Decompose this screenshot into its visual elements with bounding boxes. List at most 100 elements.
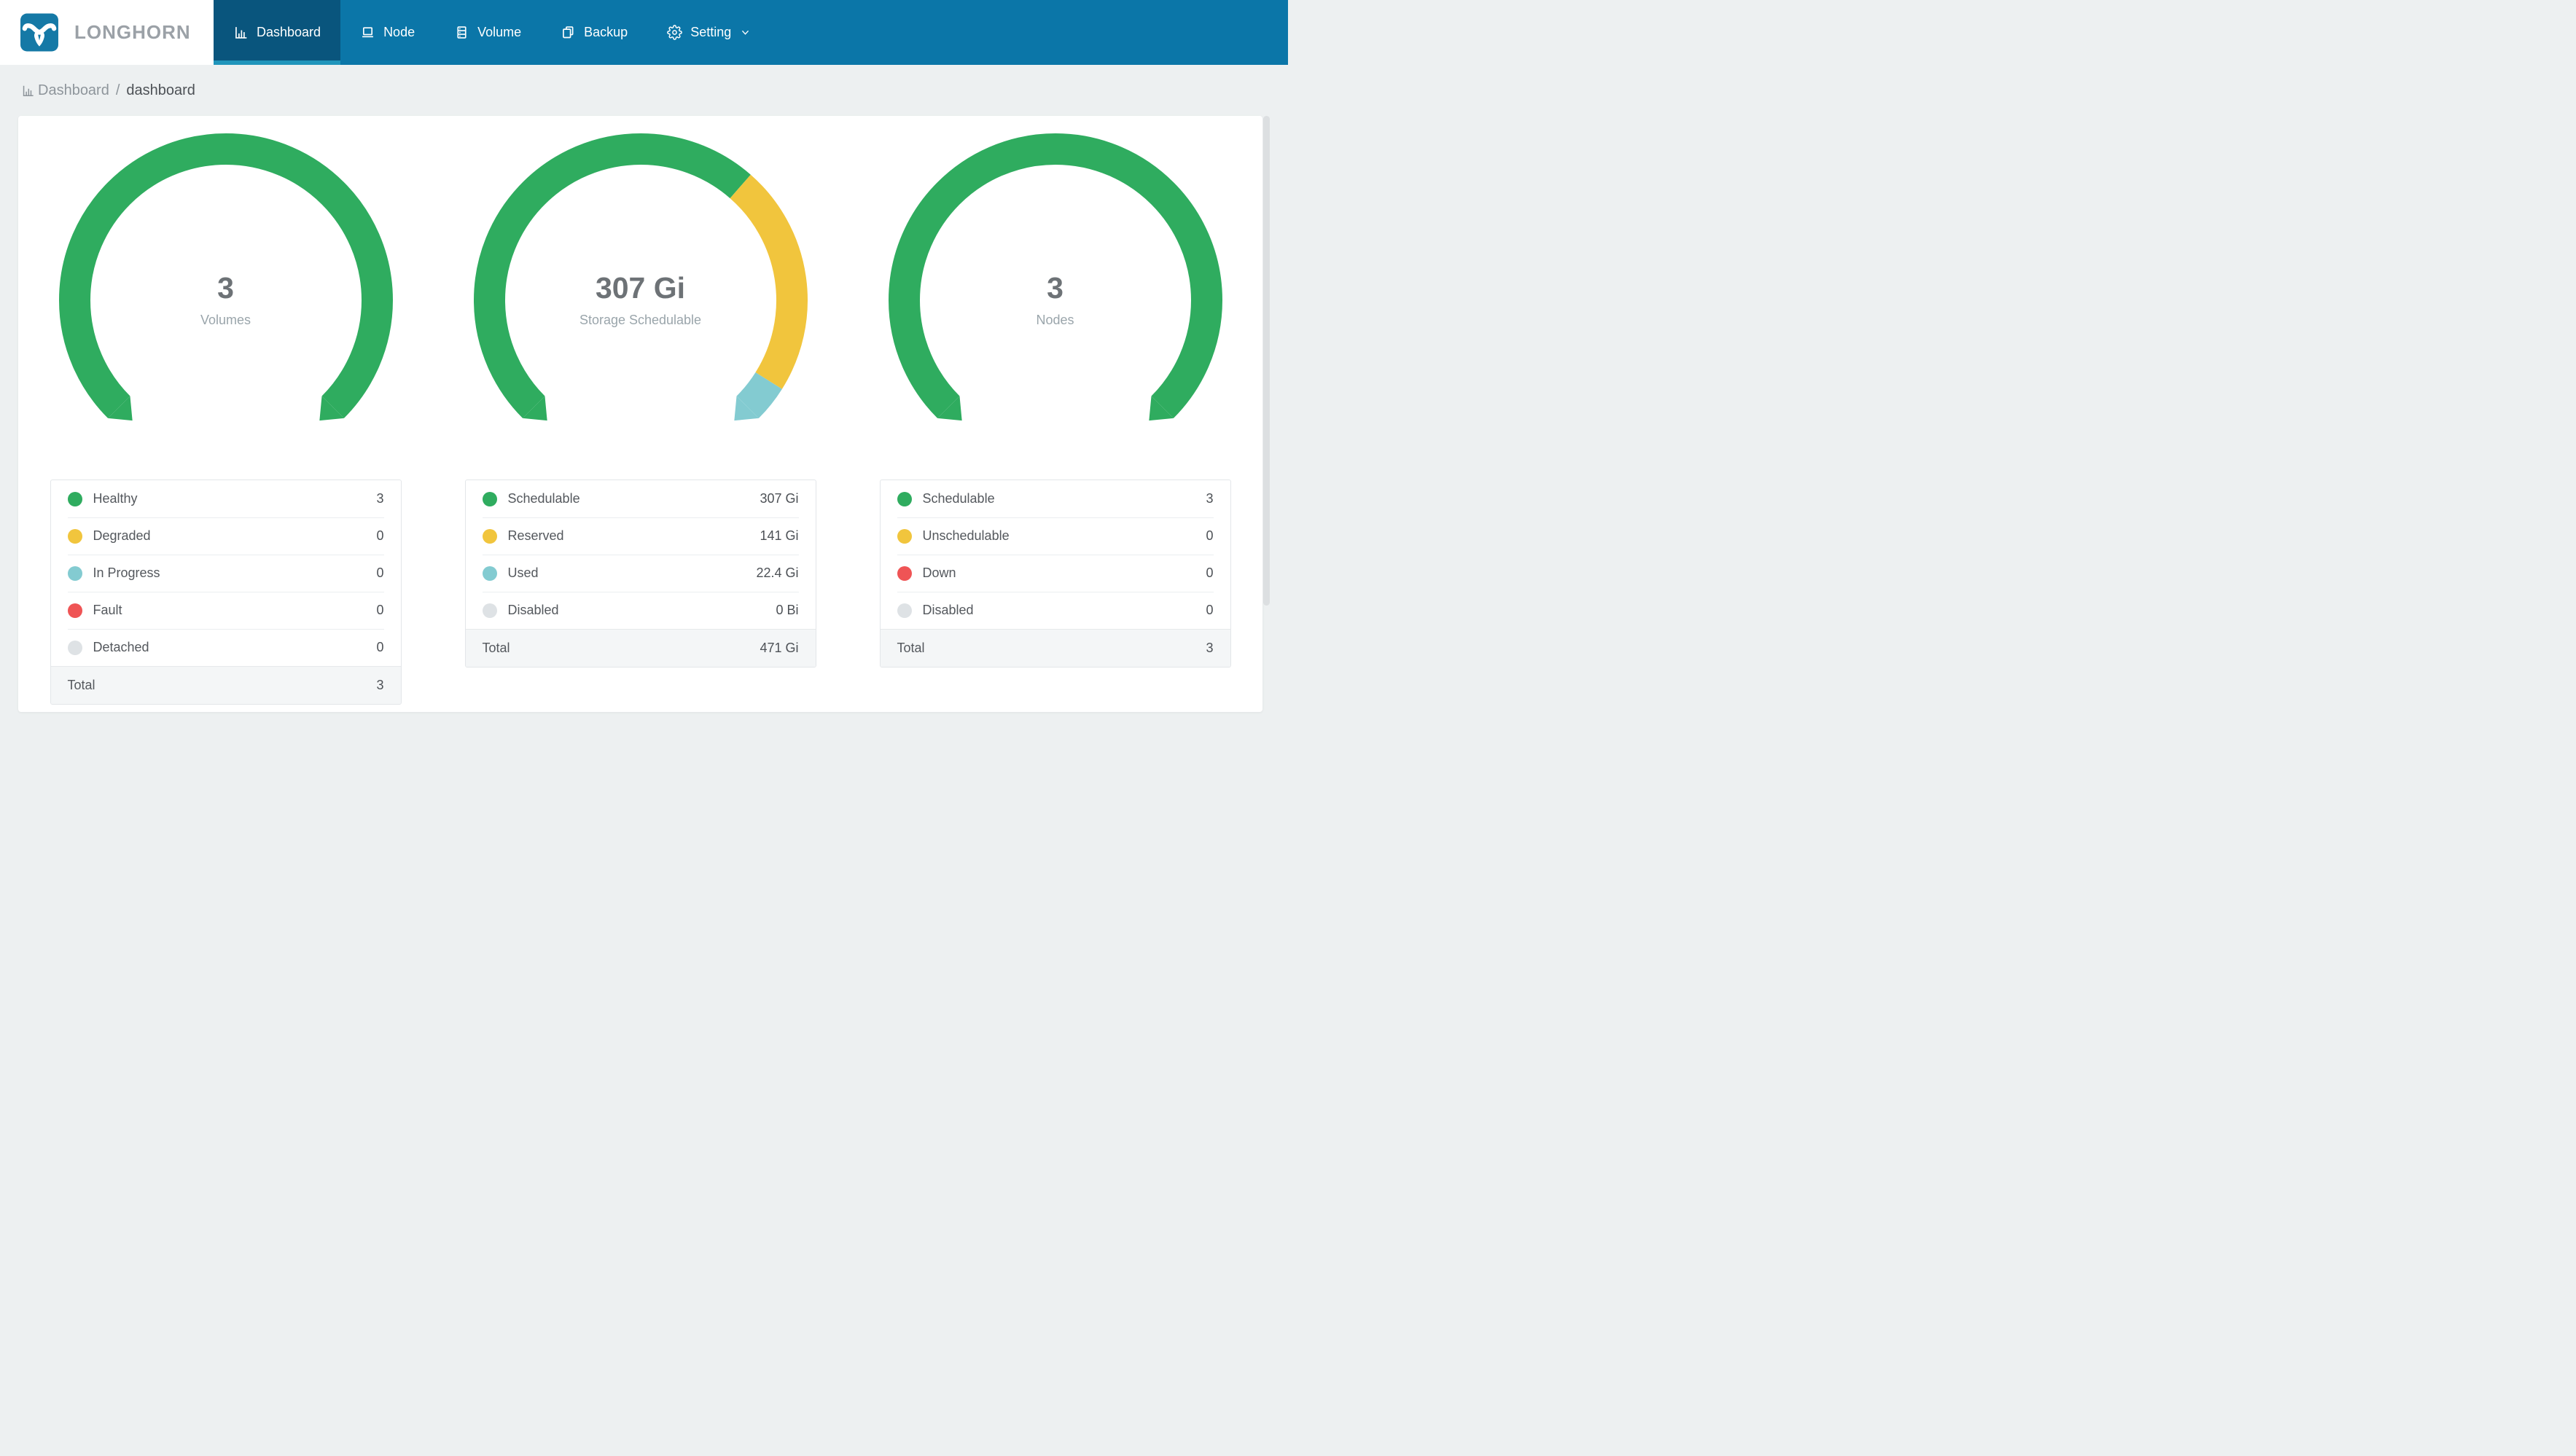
breadcrumb: Dashboard / dashboard	[0, 65, 1288, 116]
legend-value: 307 Gi	[760, 491, 799, 506]
legend-label: Disabled	[507, 603, 559, 617]
breadcrumb-section[interactable]: Dashboard	[38, 82, 109, 99]
nodes-panel: 3 Nodes Schedulable 3 Unschedulable 0 Down 0 D…	[848, 116, 1262, 712]
green-status-dot	[482, 491, 497, 506]
donut-gauge	[888, 133, 1222, 421]
yellow-status-dot	[482, 528, 497, 544]
tab-label: Volume	[477, 25, 522, 39]
legend-value: 141 Gi	[760, 528, 799, 543]
legend-row-in-progress: In Progress 0	[51, 555, 401, 592]
bar-chart-icon	[235, 27, 247, 39]
legend-label: Used	[507, 565, 539, 580]
legend-row-detached: Detached 0	[51, 629, 401, 666]
tab-label: Backup	[584, 25, 628, 39]
active-tab-indicator	[214, 60, 341, 65]
storage-donut-chart: 307 Gi Storage Schedulable	[451, 122, 830, 470]
legend-row-reserved: Reserved 141 Gi	[466, 517, 816, 555]
tab-node[interactable]: Node	[340, 0, 434, 65]
gauge-arc-segment-green	[58, 133, 393, 418]
total-label: Total	[67, 678, 95, 692]
legend-value: 0	[376, 603, 384, 617]
green-status-dot	[897, 491, 912, 506]
longhorn-dashboard-page: LONGHORN Dashboard Node Volume Backup Se…	[0, 0, 1288, 728]
legend-row-degraded: Degraded 0	[51, 517, 401, 555]
storage-legend-table: Schedulable 307 Gi Reserved 141 Gi Used 22.4 …	[464, 480, 816, 668]
legend-row-schedulable: Schedulable 3	[881, 480, 1230, 517]
breadcrumb-separator: /	[115, 82, 120, 98]
legend-value: 0	[376, 528, 384, 543]
vertical-scrollbar-thumb[interactable]	[1263, 116, 1270, 606]
green-status-dot	[67, 491, 82, 506]
top-navigation-bar: LONGHORN Dashboard Node Volume Backup Se…	[0, 0, 1288, 65]
nodes-donut-chart: 3 Nodes	[866, 122, 1245, 470]
server-icon	[457, 26, 467, 39]
gray-status-dot	[67, 640, 82, 655]
legend-value: 3	[376, 491, 384, 506]
brand-logo-link[interactable]: LONGHORN	[0, 0, 214, 65]
legend-row-fault: Fault 0	[51, 592, 401, 629]
legend-row-unschedulable: Unschedulable 0	[881, 517, 1230, 555]
legend-row-used: Used 22.4 Gi	[466, 555, 816, 592]
legend-label: Healthy	[93, 491, 138, 506]
yellow-status-dot	[897, 528, 912, 544]
donut-gauge	[58, 133, 393, 421]
legend-value: 0	[1206, 603, 1214, 617]
chevron-down-icon	[742, 30, 749, 35]
legend-value: 3	[1206, 491, 1214, 506]
tab-backup[interactable]: Backup	[541, 0, 647, 65]
legend-total-row: Total 3	[880, 629, 1230, 667]
longhorn-bull-icon	[20, 13, 58, 52]
legend-value: 0 Bi	[776, 603, 799, 617]
nav-tabs: Dashboard Node Volume Backup Setting	[214, 0, 770, 65]
tab-label: Setting	[690, 25, 732, 39]
total-value: 3	[376, 678, 384, 692]
legend-value: 0	[1206, 565, 1214, 580]
legend-label: Fault	[93, 603, 122, 617]
red-status-dot	[897, 565, 912, 581]
dashboard-card: 3 Volumes Healthy 3 Degraded 0 In Progress 0 F…	[18, 116, 1262, 712]
volumes-legend-table: Healthy 3 Degraded 0 In Progress 0 Fault 0 Detac…	[50, 480, 402, 705]
tab-setting[interactable]: Setting	[647, 0, 770, 65]
tab-volume[interactable]: Volume	[434, 0, 541, 65]
legend-total-row: Total 3	[50, 666, 401, 704]
breadcrumb-current-page: dashboard	[126, 82, 195, 98]
total-value: 3	[1206, 641, 1214, 655]
legend-label: Schedulable	[507, 491, 580, 506]
legend-label: Detached	[93, 640, 149, 654]
legend-value: 0	[376, 565, 384, 580]
brand-name: LONGHORN	[74, 21, 191, 43]
storage-panel: 307 Gi Storage Schedulable Schedulable 30…	[433, 116, 848, 712]
nodes-legend-table: Schedulable 3 Unschedulable 0 Down 0 Disabled 0…	[879, 480, 1231, 668]
donut-gauge	[473, 133, 808, 421]
legend-value: 22.4 Gi	[756, 565, 799, 580]
volumes-donut-chart: 3 Volumes	[36, 122, 415, 470]
legend-value: 0	[376, 640, 384, 654]
tab-label: Node	[383, 25, 415, 39]
legend-row-disabled: Disabled 0	[881, 592, 1230, 629]
red-status-dot	[67, 603, 82, 618]
legend-label: Unschedulable	[922, 528, 1010, 543]
gear-icon	[667, 25, 683, 40]
gauge-arc-segment-yellow	[729, 174, 808, 389]
legend-row-healthy: Healthy 3	[51, 480, 401, 517]
copy-icon	[563, 26, 574, 39]
legend-label: In Progress	[93, 565, 160, 580]
total-label: Total	[897, 641, 925, 655]
legend-label: Schedulable	[922, 491, 995, 506]
gauge-arc-segment-green	[888, 133, 1222, 418]
legend-row-disabled: Disabled 0 Bi	[466, 592, 816, 629]
legend-label: Reserved	[507, 528, 564, 543]
total-label: Total	[482, 641, 510, 655]
legend-row-down: Down 0	[881, 555, 1230, 592]
tab-dashboard[interactable]: Dashboard	[214, 0, 341, 65]
gray-status-dot	[482, 603, 497, 618]
gauge-arc-segment-green	[473, 133, 751, 418]
legend-total-row: Total 471 Gi	[465, 629, 816, 667]
volumes-panel: 3 Volumes Healthy 3 Degraded 0 In Progress 0 F…	[18, 116, 433, 712]
legend-row-schedulable: Schedulable 307 Gi	[466, 480, 816, 517]
yellow-status-dot	[67, 528, 82, 544]
legend-value: 0	[1206, 528, 1214, 543]
legend-label: Degraded	[93, 528, 151, 543]
legend-label: Down	[922, 565, 956, 580]
teal-status-dot	[482, 565, 497, 581]
